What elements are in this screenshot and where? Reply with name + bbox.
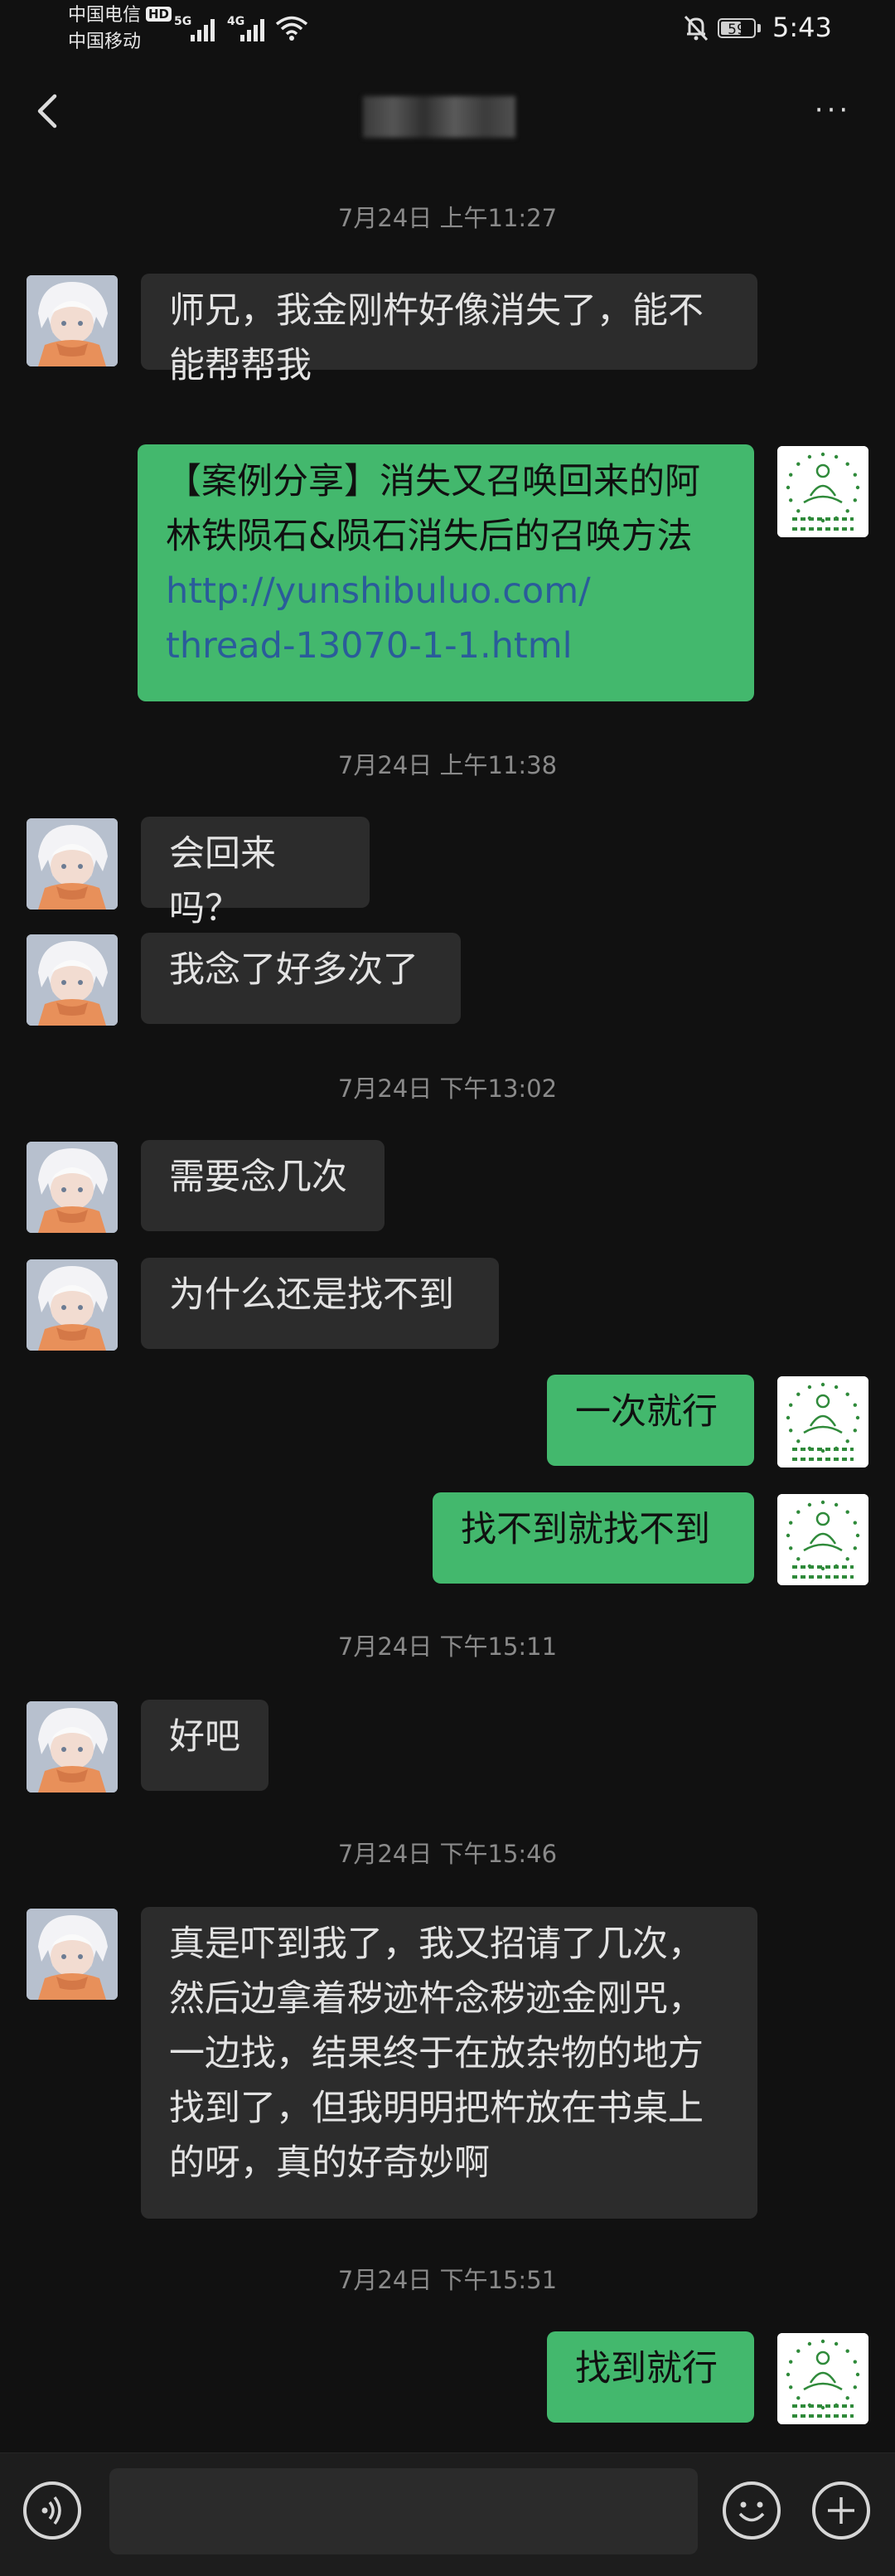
my-avatar[interactable] [777, 1376, 868, 1467]
message-text-line: 一边找，结果终于在放杂物的地方 [169, 2033, 704, 2074]
contact-avatar[interactable] [27, 934, 118, 1026]
received-message-bubble[interactable]: 为什么还是找不到 [141, 1258, 499, 1349]
timestamp: 7月24日 下午15:11 [337, 1632, 558, 1661]
message-text-line: 找不到就找不到 [461, 1509, 710, 1550]
battery-level: 59 [728, 22, 746, 38]
timestamp: 7月24日 下午15:46 [337, 1840, 558, 1868]
message-text-line: 为什么还是找不到 [169, 1274, 454, 1316]
status-bar: 中国电信 中国移动 HD 5G 4G 59 5:43 [0, 0, 895, 58]
contact-name-redacted [363, 96, 515, 138]
carrier-1: 中国电信 [68, 5, 142, 26]
contact-avatar[interactable] [27, 275, 118, 366]
plus-icon[interactable] [812, 2481, 870, 2540]
voice-icon[interactable] [23, 2481, 81, 2540]
received-message-bubble[interactable]: 需要念几次 [141, 1140, 385, 1231]
message-text-line: 【案例分享】消失又召唤回来的阿 [166, 461, 700, 502]
timestamp: 7月24日 下午15:51 [337, 2266, 558, 2294]
message-text-line: 林铁陨石&陨石消失后的召唤方法 [166, 516, 693, 557]
timestamp: 7月24日 下午13:02 [337, 1075, 558, 1103]
message-input[interactable] [109, 2468, 698, 2554]
message-text-line: 能帮帮我 [169, 345, 312, 386]
wifi-icon [275, 16, 308, 41]
received-message-bubble[interactable]: 师兄，我金刚杵好像消失了，能不 能帮帮我 [141, 274, 757, 386]
message-text-line: 的呀，真的好奇妙啊 [169, 2142, 490, 2184]
mute-bell-icon [684, 15, 709, 41]
contact-avatar[interactable] [27, 1909, 118, 2000]
message-text-line: 然后边拿着秽迹杵念秽迹金刚咒， [169, 1978, 704, 2020]
message-text-line: 会回来吗？ [169, 833, 276, 929]
clock: 5:43 [772, 12, 832, 43]
message-text-line: 真是吓到我了，我又招请了几次， [169, 1924, 704, 1965]
sent-message-bubble[interactable]: 【案例分享】消失又召唤回来的阿 林铁陨石&陨石消失后的召唤方法 http://yun… [138, 444, 754, 701]
back-arrow-icon[interactable] [25, 86, 75, 136]
message-text-line: 师兄，我金刚杵好像消失了，能不 [169, 290, 704, 332]
contact-avatar[interactable] [27, 818, 118, 910]
signal-1-icon [191, 18, 220, 41]
battery-tip [757, 24, 761, 32]
received-message-bubble[interactable]: 会回来吗？ [141, 817, 370, 929]
received-message-bubble[interactable]: 好吧 [141, 1700, 268, 1791]
signal-2-icon [240, 18, 270, 41]
my-avatar[interactable] [777, 2333, 868, 2424]
message-text-line: 需要念几次 [169, 1157, 347, 1198]
message-link[interactable]: thread-13070-1-1.html [166, 619, 726, 673]
sent-message-bubble[interactable]: 找到就行 [547, 2331, 754, 2423]
chat-header: ··· [0, 66, 895, 158]
message-link[interactable]: http://yunshibuluo.com/ [166, 564, 726, 619]
message-text-line: 好吧 [169, 1716, 240, 1758]
received-message-bubble[interactable]: 我念了好多次了 [141, 933, 461, 1024]
contact-avatar[interactable] [27, 1259, 118, 1351]
message-text-line: 一次就行 [575, 1391, 718, 1433]
sent-message-bubble[interactable]: 一次就行 [547, 1375, 754, 1466]
contact-avatar[interactable] [27, 1701, 118, 1793]
battery-indicator: 59 [718, 18, 756, 38]
timestamp: 7月24日 上午11:27 [337, 204, 558, 232]
received-message-bubble[interactable]: 真是吓到我了，我又招请了几次， 然后边拿着秽迹杵念秽迹金刚咒， 一边找，结果终于在放… [141, 1907, 757, 2219]
emoji-icon[interactable] [723, 2481, 781, 2540]
timestamp: 7月24日 上午11:38 [337, 751, 558, 779]
message-text-line: 找到了，但我明明把杵放在书桌上 [169, 2088, 704, 2129]
contact-avatar[interactable] [27, 1142, 118, 1233]
more-icon[interactable]: ··· [804, 96, 862, 128]
my-avatar[interactable] [777, 446, 868, 537]
message-text-line: 我念了好多次了 [169, 949, 418, 991]
carrier-2: 中国移动 [68, 32, 142, 52]
my-avatar[interactable] [777, 1494, 868, 1585]
input-bar [0, 2452, 895, 2576]
sent-message-bubble[interactable]: 找不到就找不到 [433, 1492, 754, 1584]
message-text-line: 找到就行 [575, 2348, 718, 2389]
net-type-1: 5G [174, 15, 192, 28]
hd-badge: HD [146, 7, 172, 22]
